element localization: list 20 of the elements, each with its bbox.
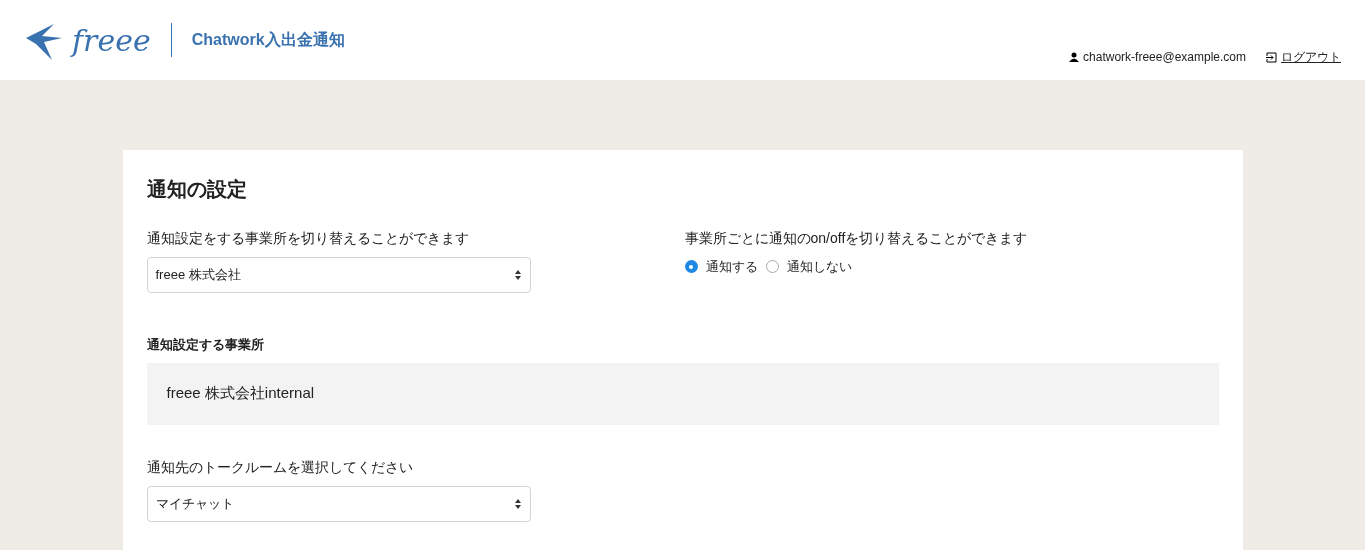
logout-icon	[1266, 51, 1277, 63]
updown-caret-icon	[513, 269, 522, 281]
field-label: 通知先のトークルームを選択してください	[146, 457, 414, 477]
user-icon	[1069, 52, 1080, 62]
field-label: 通知設定する事業所	[146, 336, 265, 354]
user-email: chatwork-freee@example.com	[1083, 49, 1246, 66]
radio-button[interactable]	[684, 260, 698, 274]
field-label: 事業所ごとに通知のon/offを切り替えることができます	[684, 229, 1028, 248]
radio-option[interactable]: 通知する	[684, 257, 758, 277]
updown-caret-icon	[513, 497, 522, 510]
logout-link[interactable]: ログアウト	[1266, 48, 1341, 66]
select-field[interactable]: マイチャット	[146, 485, 531, 522]
logo-text: freee	[72, 21, 151, 60]
radio-option[interactable]: 通知しない	[765, 257, 852, 277]
select-field[interactable]: freee 株式会社	[146, 257, 531, 293]
app-title: Chatwork入出金通知	[191, 30, 345, 50]
settings-title: 通知の設定	[146, 177, 248, 202]
office-display: freee 株式会社internal	[146, 362, 1219, 425]
field-label: 通知設定をする事業所を切り替えることができます	[146, 229, 470, 248]
radio-button[interactable]	[765, 260, 779, 274]
